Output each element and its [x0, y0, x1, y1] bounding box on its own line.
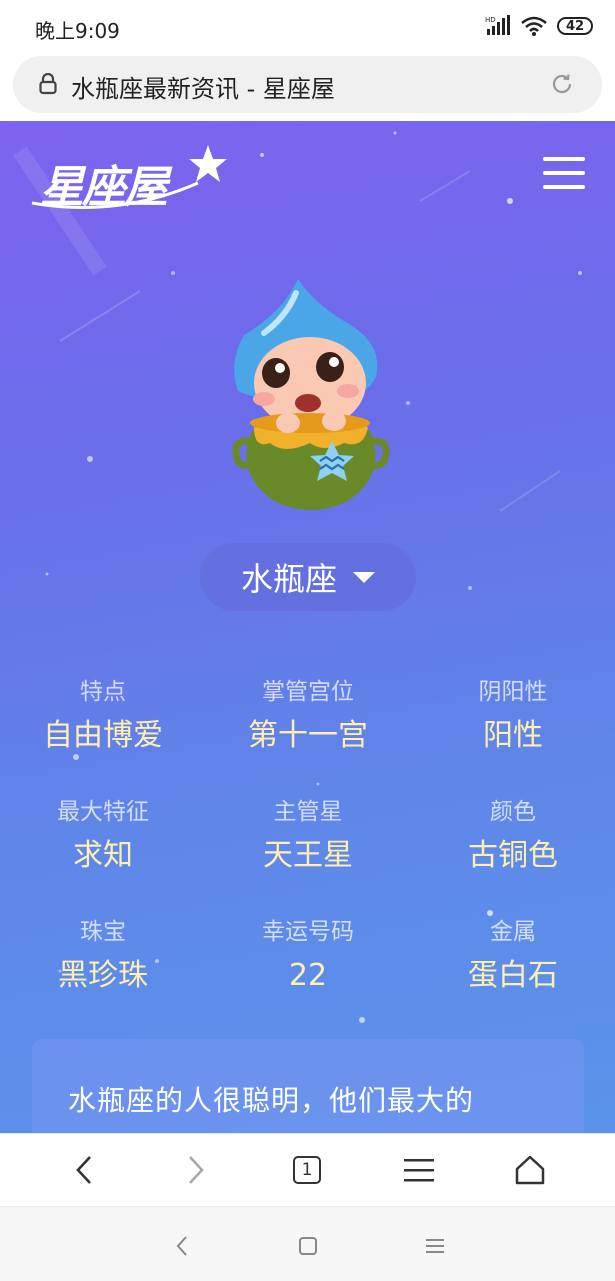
- home-icon: [515, 1155, 545, 1185]
- description-text: 水瓶座的人很聪明，他们最大的: [68, 1084, 475, 1117]
- aquarius-mascot-image: [232, 279, 390, 510]
- attribute-label: 幸运号码: [262, 919, 354, 945]
- description-card: 水瓶座的人很聪明，他们最大的: [32, 1039, 584, 1133]
- attribute-value: 自由博爱: [43, 718, 163, 753]
- menu-button[interactable]: [543, 157, 585, 189]
- attribute-label: 珠宝: [80, 919, 126, 945]
- lock-icon: [39, 73, 57, 95]
- attribute-label: 阴阳性: [478, 679, 548, 705]
- forward-button[interactable]: [174, 1148, 218, 1192]
- browser-toolbar: 1: [0, 1133, 615, 1207]
- attribute-label: 金属: [490, 919, 536, 945]
- attribute-label: 特点: [80, 679, 126, 705]
- network-label: HD: [485, 16, 496, 24]
- nav-recents-button[interactable]: [420, 1231, 450, 1261]
- attribute-item: 主管星 天王星: [208, 796, 408, 876]
- attribute-label: 最大特征: [57, 799, 149, 825]
- page-title[interactable]: 水瓶座最新资讯 - 星座屋: [71, 69, 335, 104]
- attribute-item: 阴阳性 阳性: [413, 676, 613, 756]
- address-bar[interactable]: 水瓶座最新资讯 - 星座屋: [13, 56, 602, 113]
- wifi-icon: [521, 16, 547, 36]
- menu-icon-bar: [543, 171, 585, 175]
- attribute-value: 蛋白石: [468, 958, 558, 993]
- attribute-item: 颜色 古铜色: [413, 796, 613, 876]
- selected-sign-label: 水瓶座: [240, 560, 337, 598]
- hamburger-icon: [404, 1159, 434, 1182]
- attribute-item: 最大特征 求知: [3, 796, 203, 876]
- attribute-label: 颜色: [490, 799, 536, 825]
- back-button[interactable]: [62, 1148, 106, 1192]
- browser-address-area: 水瓶座最新资讯 - 星座屋: [0, 55, 615, 121]
- attribute-item: 幸运号码 22: [208, 916, 408, 996]
- attribute-value: 古铜色: [468, 838, 558, 873]
- nav-home-icon: [299, 1237, 317, 1255]
- reload-icon[interactable]: [550, 72, 574, 96]
- battery-icon: 42: [557, 17, 593, 35]
- zodiac-sign-dropdown[interactable]: 水瓶座: [200, 543, 416, 611]
- caret-down-icon: [353, 571, 375, 583]
- nav-back-button[interactable]: [167, 1231, 197, 1261]
- signal-icon: HD: [485, 15, 510, 35]
- attribute-value: 黑珍珠: [58, 958, 148, 993]
- logo-star-icon: [189, 145, 227, 182]
- home-button[interactable]: [508, 1148, 552, 1192]
- tabs-count-icon: 1: [293, 1156, 321, 1184]
- nav-home-button[interactable]: [293, 1231, 323, 1261]
- attribute-item: 金属 蛋白石: [413, 916, 613, 996]
- nav-recents-icon: [426, 1239, 444, 1253]
- nav-back-icon: [176, 1236, 187, 1256]
- status-icons: HD 42: [485, 14, 593, 38]
- system-nav-bar: [0, 1206, 615, 1281]
- chevron-right-icon: [189, 1156, 204, 1184]
- attribute-label: 主管星: [273, 799, 343, 825]
- status-bar: 晚上9:09 HD 42: [0, 0, 615, 55]
- attribute-value: 阳性: [483, 718, 543, 753]
- menu-icon-bar: [543, 185, 585, 189]
- attribute-item: 珠宝 黑珍珠: [3, 916, 203, 996]
- attribute-item: 特点 自由博爱: [3, 676, 203, 756]
- attribute-value: 求知: [73, 838, 133, 873]
- attribute-label: 掌管宫位: [262, 679, 354, 705]
- main-content: 星座屋 水瓶座 特点 自由博爱 掌管宫位 第十一宫 阴阳性 阳性 最大特征 求知…: [0, 121, 615, 1133]
- attribute-value: 天王星: [263, 838, 353, 873]
- tabs-button[interactable]: 1: [285, 1148, 329, 1192]
- status-time: 晚上9:09: [35, 19, 120, 43]
- browser-menu-button[interactable]: [397, 1148, 441, 1192]
- attribute-value: 第十一宫: [248, 718, 368, 753]
- logo-text[interactable]: 星座屋: [40, 151, 168, 215]
- menu-icon-bar: [543, 157, 585, 161]
- attribute-value: 22: [288, 958, 328, 993]
- attribute-item: 掌管宫位 第十一宫: [208, 676, 408, 756]
- chevron-left-icon: [76, 1156, 91, 1184]
